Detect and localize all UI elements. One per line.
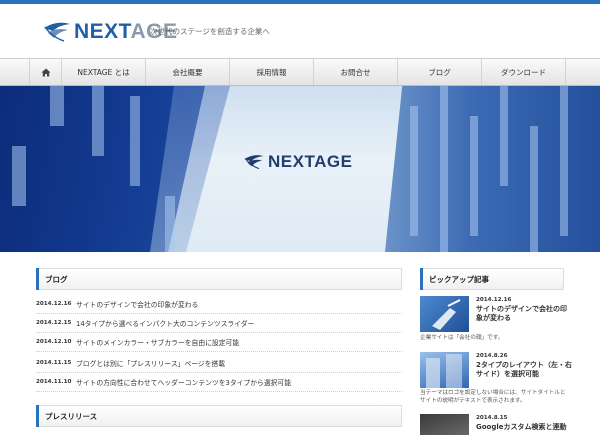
- nav-item-contact[interactable]: お問合せ: [314, 59, 398, 85]
- nav-item-download[interactable]: ダウンロード: [482, 59, 566, 85]
- pickup-item[interactable]: 2014.8.26 2タイプのレイアウト（左・右サイド）を選択可能 当テーマはロ…: [420, 352, 572, 408]
- pickup-thumbnail: [420, 296, 469, 332]
- post-date: 2014.11.15: [36, 360, 72, 366]
- nav-item-about[interactable]: NEXTAGE とは: [62, 59, 146, 85]
- hero-window: [165, 196, 175, 252]
- blog-post-row[interactable]: 2014.11.15 ブログとは別に「プレスリリース」ページを搭載: [36, 354, 402, 373]
- pickup-date: 2014.8.15: [476, 415, 508, 421]
- pickup-section-heading: ピックアップ記事: [420, 268, 564, 290]
- pickup-thumbnail: [420, 352, 469, 388]
- pickup-description: 企業サイトは「会社の顔」です。: [420, 335, 504, 341]
- post-title: サイトのデザインで会社の印象が変わる: [76, 301, 199, 309]
- global-nav: NEXTAGE とは 会社概要 採用情報 お問合せ ブログ ダウンロード: [0, 58, 600, 86]
- blog-section-heading: ブログ: [36, 268, 402, 290]
- hero-window: [130, 96, 140, 186]
- nav-home-button[interactable]: [29, 59, 62, 85]
- nav-item-company[interactable]: 会社概要: [146, 59, 230, 85]
- blog-post-row[interactable]: 2014.12.16 サイトのデザインで会社の印象が変わる: [36, 295, 402, 314]
- post-title: サイトのメインカラー・サブカラーを自由に設定可能: [76, 339, 240, 347]
- pickup-title: Googleカスタム検索と連動: [476, 423, 567, 431]
- logo-swoosh-icon: [44, 22, 70, 42]
- post-title: サイトの方向性に合わせてヘッダーコンテンツを3タイプから選択可能: [76, 379, 292, 387]
- hero-window: [560, 86, 568, 236]
- nav-item-blog[interactable]: ブログ: [398, 59, 482, 85]
- post-date: 2014.11.10: [36, 379, 72, 385]
- home-icon: [41, 68, 50, 76]
- hero-logo-text: NEXTAGE: [268, 152, 353, 171]
- pickup-date: 2014.8.26: [476, 353, 508, 359]
- hero-window: [50, 86, 64, 126]
- blog-post-row[interactable]: 2014.12.15 14タイプから選べるインパクト大のコンテンツスライダー: [36, 314, 402, 333]
- post-title: 14タイプから選べるインパクト大のコンテンツスライダー: [76, 320, 255, 328]
- hero-window: [530, 126, 538, 252]
- hero-window: [440, 86, 448, 252]
- hero-window: [92, 86, 104, 156]
- post-date: 2014.12.10: [36, 339, 72, 345]
- pickup-date: 2014.12.16: [476, 297, 512, 303]
- press-section-heading: プレスリリース: [36, 405, 402, 427]
- blog-post-row[interactable]: 2014.12.10 サイトのメインカラー・サブカラーを自由に設定可能: [36, 333, 402, 352]
- hero-logo-swoosh-icon: [244, 155, 264, 170]
- hero-window: [12, 146, 26, 206]
- hero-logo: NEXTAGE: [243, 152, 352, 172]
- pickup-item[interactable]: 2014.12.16 サイトのデザインで会社の印象が変わる 企業サイトは「会社の…: [420, 296, 570, 344]
- site-tagline: 次世代のステージを創造する企業へ: [150, 27, 270, 36]
- hero-window: [470, 116, 478, 236]
- post-date: 2014.12.15: [36, 320, 72, 326]
- blog-post-row[interactable]: 2014.11.10 サイトの方向性に合わせてヘッダーコンテンツを3タイプから選…: [36, 373, 402, 392]
- hero-window: [410, 106, 418, 236]
- post-title: ブログとは別に「プレスリリース」ページを搭載: [76, 360, 226, 368]
- top-accent-bar: [0, 0, 600, 4]
- nav-item-recruit[interactable]: 採用情報: [230, 59, 314, 85]
- pickup-thumbnail: [420, 414, 469, 435]
- pickup-title: 2タイプのレイアウト（左・右サイド）を選択可能: [476, 361, 572, 379]
- pickup-title: サイトのデザインで会社の印象が変わる: [476, 305, 567, 323]
- hero-window: [500, 86, 508, 186]
- pickup-description: 当テーマはロゴを設定しない場合には、サイトタイトルとサイトの説明がテキストで表示…: [420, 390, 566, 404]
- pickup-item[interactable]: 2014.8.15 Googleカスタム検索と連動: [420, 414, 570, 435]
- post-date: 2014.12.16: [36, 301, 72, 307]
